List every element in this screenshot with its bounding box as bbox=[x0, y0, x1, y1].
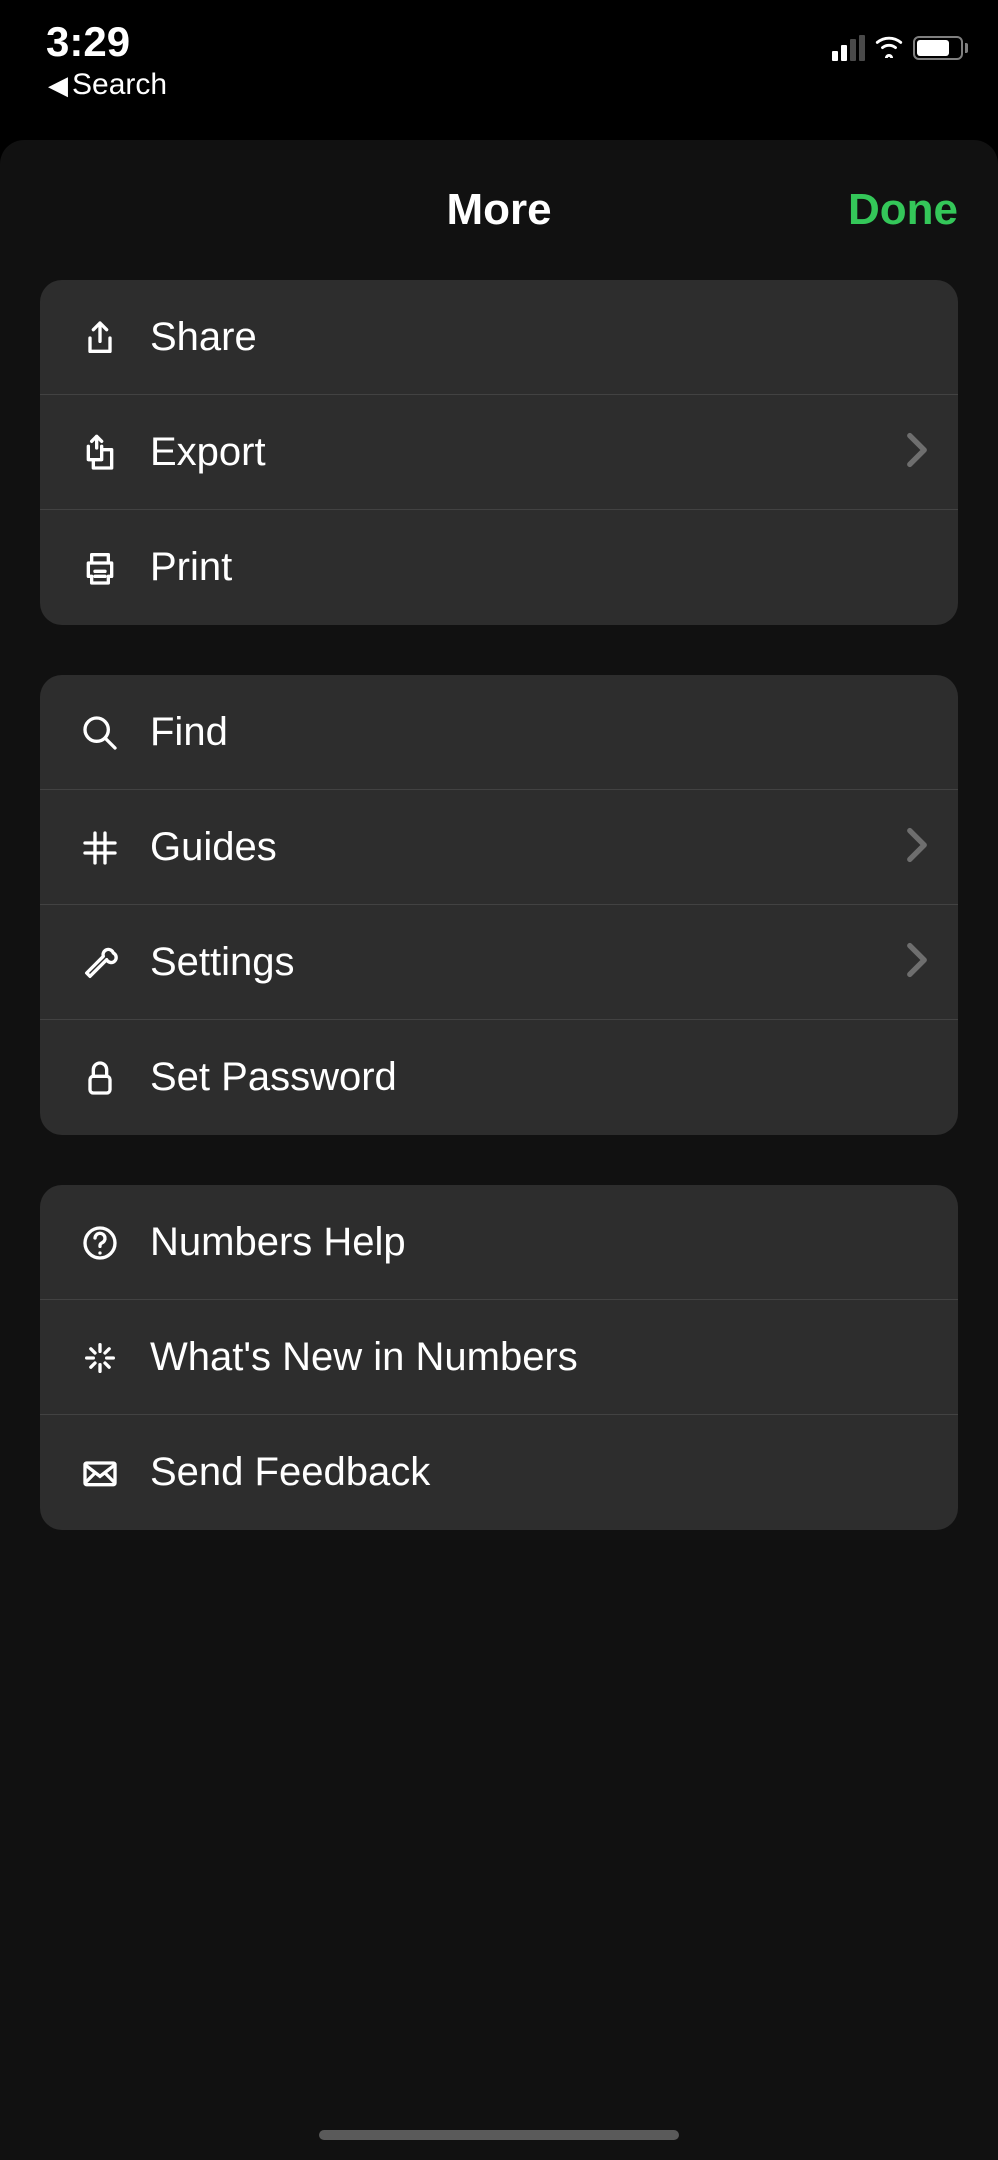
menu-group-tools: Find Guides Settings Set Password bbox=[40, 675, 958, 1135]
menu-label: What's New in Numbers bbox=[150, 1335, 928, 1380]
menu-item-guides[interactable]: Guides bbox=[40, 790, 958, 905]
menu-item-settings[interactable]: Settings bbox=[40, 905, 958, 1020]
chevron-right-icon bbox=[906, 432, 928, 473]
export-icon bbox=[60, 433, 140, 473]
print-icon bbox=[60, 548, 140, 588]
menu-label: Print bbox=[150, 545, 928, 590]
back-to-search[interactable]: ◀ Search bbox=[48, 68, 167, 102]
chevron-right-icon bbox=[906, 942, 928, 983]
menu-item-share[interactable]: Share bbox=[40, 280, 958, 395]
battery-icon bbox=[913, 36, 968, 60]
menu-label: Set Password bbox=[150, 1055, 928, 1100]
back-label: Search bbox=[72, 68, 167, 102]
cellular-signal-icon bbox=[832, 35, 865, 61]
back-caret-icon: ◀ bbox=[48, 70, 68, 101]
menu-label: Guides bbox=[150, 825, 906, 870]
menu-item-set-password[interactable]: Set Password bbox=[40, 1020, 958, 1135]
sheet-title: More bbox=[446, 185, 551, 235]
help-icon bbox=[60, 1223, 140, 1263]
menu-item-whats-new[interactable]: What's New in Numbers bbox=[40, 1300, 958, 1415]
menu-label: Find bbox=[150, 710, 928, 755]
menu-item-find[interactable]: Find bbox=[40, 675, 958, 790]
more-sheet: More Done Share Export Print bbox=[0, 140, 998, 2160]
settings-icon bbox=[60, 943, 140, 983]
sheet-header: More Done bbox=[0, 140, 998, 280]
menu-group-share: Share Export Print bbox=[40, 280, 958, 625]
status-bar: 3:29 ◀ Search bbox=[0, 0, 998, 102]
sparkle-icon bbox=[60, 1338, 140, 1378]
menu-group-help: Numbers Help What's New in Numbers Send … bbox=[40, 1185, 958, 1530]
menu-label: Settings bbox=[150, 940, 906, 985]
share-icon bbox=[60, 318, 140, 358]
guides-icon bbox=[60, 828, 140, 868]
chevron-right-icon bbox=[906, 827, 928, 868]
wifi-icon bbox=[873, 32, 905, 63]
mail-icon bbox=[60, 1453, 140, 1493]
menu-label: Share bbox=[150, 315, 928, 360]
menu-label: Numbers Help bbox=[150, 1220, 928, 1265]
search-icon bbox=[60, 713, 140, 753]
home-indicator[interactable] bbox=[319, 2130, 679, 2140]
menu-item-numbers-help[interactable]: Numbers Help bbox=[40, 1185, 958, 1300]
menu-label: Send Feedback bbox=[150, 1450, 928, 1495]
status-left: 3:29 ◀ Search bbox=[46, 18, 167, 102]
lock-icon bbox=[60, 1058, 140, 1098]
menu-item-print[interactable]: Print bbox=[40, 510, 958, 625]
done-button[interactable]: Done bbox=[848, 185, 958, 235]
status-icons bbox=[832, 18, 968, 63]
status-time: 3:29 bbox=[46, 18, 167, 66]
menu-item-send-feedback[interactable]: Send Feedback bbox=[40, 1415, 958, 1530]
menu-item-export[interactable]: Export bbox=[40, 395, 958, 510]
menu-label: Export bbox=[150, 430, 906, 475]
